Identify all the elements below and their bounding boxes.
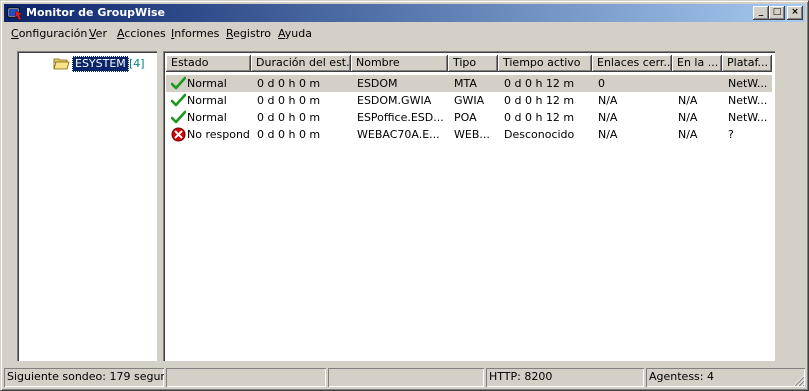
agents-list[interactable]: Estado Duración del est... Nombre Tipo T…	[163, 51, 775, 361]
cell-estado: No responde	[187, 128, 249, 141]
table-row[interactable]: Normal 0 d 0 h 0 m ESDOM.GWIA GWIA 0 d 0…	[166, 92, 772, 109]
menu-ver-label: er	[95, 27, 107, 40]
table-row[interactable]: Normal 0 d 0 h 0 m ESDOM MTA 0 d 0 h 12 …	[166, 75, 772, 92]
menu-informes[interactable]: Informes	[171, 27, 219, 40]
cell-plataforma: ?	[728, 128, 734, 141]
cell-tiempo-activo: 0 d 0 h 12 m	[504, 94, 575, 107]
column-header-estado[interactable]: Estado	[166, 55, 251, 72]
maximize-icon: □	[772, 7, 782, 17]
check-icon	[171, 110, 186, 124]
cell-duracion: 0 d 0 h 0 m	[257, 128, 321, 141]
app-window: Monitor de GroupWise _ □ × Configuración…	[0, 0, 809, 391]
menu-ver-mnemonic: V	[89, 27, 96, 40]
menu-acciones[interactable]: Acciones	[117, 27, 166, 40]
table-row[interactable]: No responde 0 d 0 h 0 m WEBAC70A.E... WE…	[166, 126, 772, 143]
window-title: Monitor de GroupWise	[26, 6, 165, 19]
cell-estado: Normal	[187, 111, 227, 124]
cell-estado: Normal	[187, 94, 227, 107]
menu-registro-label: egistro	[233, 27, 272, 40]
status-http: HTTP: 8200	[486, 368, 644, 387]
column-header-enlaces[interactable]: Enlaces cerr...	[592, 55, 672, 72]
status-agents: Agentess: 4	[646, 368, 805, 387]
tree-node-label: ESYSTEM	[72, 56, 129, 72]
status-bar: Siguiente sondeo: 179 segundos HTTP: 820…	[4, 368, 805, 387]
close-button[interactable]: ×	[787, 6, 803, 20]
cell-enlaces: N/A	[598, 94, 618, 107]
cell-nombre: ESDOM.GWIA	[357, 94, 432, 107]
cell-tipo: MTA	[454, 77, 477, 90]
cell-tipo: POA	[454, 111, 477, 124]
column-header-plataforma[interactable]: Plataf...	[722, 55, 772, 72]
menu-ayuda-label: yuda	[284, 27, 312, 40]
cell-en-la: N/A	[678, 128, 698, 141]
cell-nombre: WEBAC70A.E...	[357, 128, 440, 141]
table-row[interactable]: Normal 0 d 0 h 0 m ESPoffice.ESD... POA …	[166, 109, 772, 126]
menu-configuracion-label: onfiguración	[18, 27, 88, 40]
status-next-poll: Siguiente sondeo: 179 segundos	[4, 368, 164, 387]
menu-bar: Configuración Ver Acciones Informes Regi…	[4, 23, 805, 43]
title-bar[interactable]: Monitor de GroupWise _ □ ×	[4, 4, 805, 22]
tree-node-count: [4]	[129, 57, 145, 70]
menu-configuracion-mnemonic: C	[11, 27, 19, 40]
cell-tiempo-activo: 0 d 0 h 12 m	[504, 111, 575, 124]
status-panel-3	[328, 368, 484, 387]
cell-tiempo-activo: 0 d 0 h 12 m	[504, 77, 575, 90]
cell-nombre: ESPoffice.ESD...	[357, 111, 444, 124]
cell-en-la: N/A	[678, 94, 698, 107]
cell-plataforma: NetW...	[728, 111, 768, 124]
check-icon	[171, 76, 186, 90]
menu-ayuda-mnemonic: A	[278, 27, 285, 40]
close-icon: ×	[791, 7, 799, 17]
cell-enlaces: 0	[598, 77, 605, 90]
cell-tiempo-activo: Desconocido	[504, 128, 575, 141]
cell-duracion: 0 d 0 h 0 m	[257, 111, 321, 124]
menu-acciones-label: cciones	[124, 27, 166, 40]
resize-grip-icon[interactable]	[793, 375, 805, 387]
cell-en-la: N/A	[678, 111, 698, 124]
minimize-icon: _	[758, 7, 764, 17]
cell-plataforma: NetW...	[728, 94, 768, 107]
status-panel-2	[166, 368, 326, 387]
column-header-duracion[interactable]: Duración del est...	[251, 55, 351, 72]
menu-configuracion[interactable]: Configuración	[11, 27, 87, 40]
cell-tipo: GWIA	[454, 94, 485, 107]
maximize-button[interactable]: □	[769, 6, 785, 20]
column-header-nombre[interactable]: Nombre	[351, 55, 448, 72]
open-folder-icon	[53, 58, 70, 70]
groupwise-app-icon	[7, 7, 23, 21]
menu-ver[interactable]: Ver	[89, 27, 107, 40]
cell-nombre: ESDOM	[357, 77, 398, 90]
cell-enlaces: N/A	[598, 128, 618, 141]
column-header-en-la[interactable]: En la ...	[672, 55, 722, 72]
cell-tipo: WEB...	[454, 128, 490, 141]
column-header-tiempo-activo[interactable]: Tiempo activo	[498, 55, 592, 72]
cell-enlaces: N/A	[598, 111, 618, 124]
menu-ayuda[interactable]: Ayuda	[278, 27, 312, 40]
column-header-tipo[interactable]: Tipo	[448, 55, 498, 72]
minimize-button[interactable]: _	[753, 6, 769, 20]
error-icon	[171, 127, 186, 142]
tree-pane[interactable]: ESYSTEM [4]	[17, 51, 157, 361]
cell-duracion: 0 d 0 h 0 m	[257, 77, 321, 90]
cell-estado: Normal	[187, 77, 227, 90]
cell-plataforma: NetW...	[728, 77, 768, 90]
cell-duracion: 0 d 0 h 0 m	[257, 94, 321, 107]
menu-registro[interactable]: Registro	[226, 27, 271, 40]
menu-informes-label: nformes	[174, 27, 220, 40]
check-icon	[171, 93, 186, 107]
list-header: Estado Duración del est... Nombre Tipo T…	[166, 55, 772, 72]
